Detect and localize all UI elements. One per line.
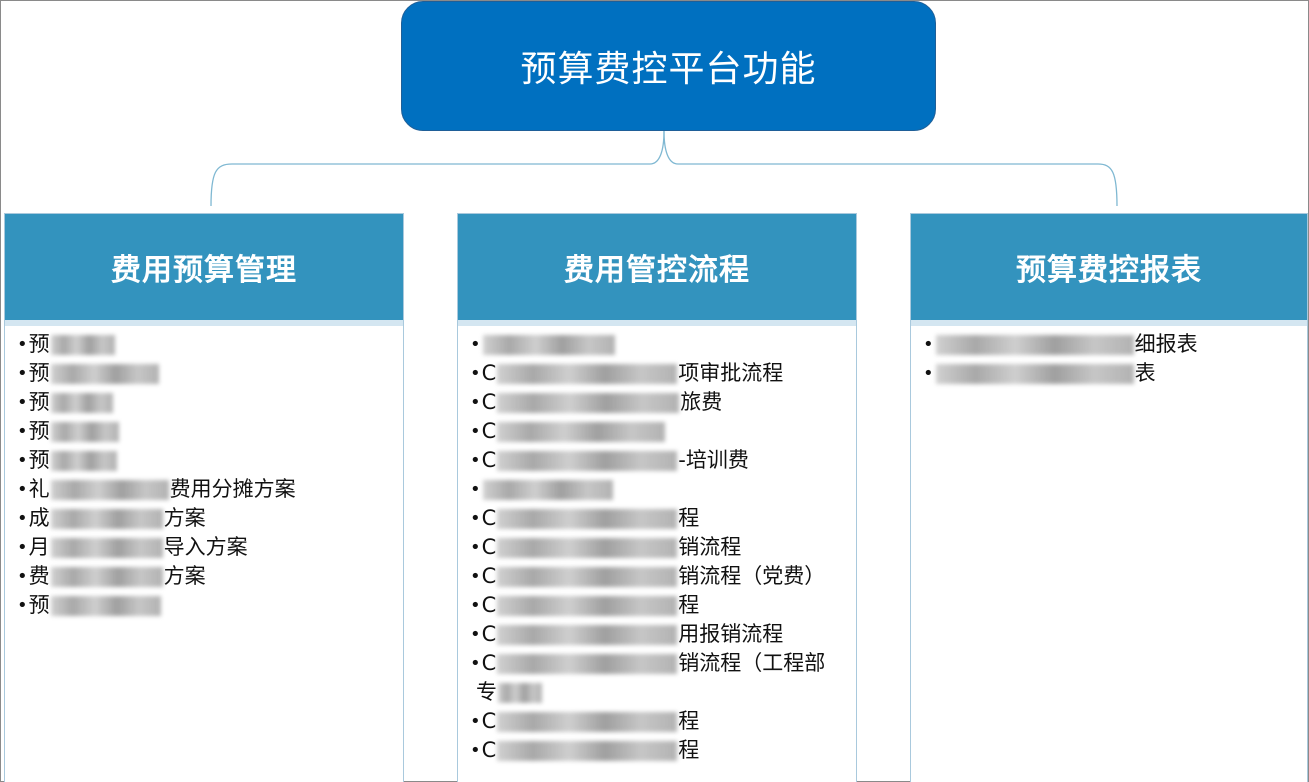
list-item: • (470, 475, 842, 504)
list-item: • (470, 330, 842, 359)
list-item: • C 旅费 (470, 390, 723, 414)
column-budget-reports: 预算费控报表 • 细报表 • 表 (910, 213, 1308, 782)
list-item: • C 程 (470, 738, 700, 762)
column-expense-control-process: 费用管控流程 • • C 项审批流程 • C 旅费 • C • C -培训费 • • C 程 • C… (457, 213, 857, 782)
list-item: • 预 (17, 417, 389, 446)
column-title: 预算费控报表 (1016, 253, 1202, 288)
list-item: • 成方案 (17, 506, 206, 530)
list-item: • C 程 (470, 709, 700, 733)
list-item: • C 项审批流程 (470, 361, 784, 385)
list-item: • 预 (17, 359, 389, 388)
column-budget-management: 费用预算管理 • 预 • 预 • 预 • 预 • 预 • 礼费用分摊方案 • 成方案 • 月导入… (4, 213, 404, 782)
list-item: • 月导入方案 (17, 535, 248, 559)
root-node: 预算费控平台功能 (401, 1, 936, 131)
column-header: 费用预算管理 (5, 214, 403, 326)
column-title: 费用预算管理 (111, 253, 297, 288)
column-list: • 预 • 预 • 预 • 预 • 预 • 礼费用分摊方案 • 成方案 • 月导入方案 • 费方案… (5, 326, 403, 620)
list-item: • 费方案 (17, 564, 206, 588)
list-item: • C 用报销流程 (470, 622, 784, 646)
list-item: • C (470, 417, 842, 446)
column-title: 费用管控流程 (564, 253, 750, 288)
column-list: • 细报表 • 表 (911, 326, 1307, 388)
root-title: 预算费控平台功能 (520, 49, 817, 90)
list-item: • 表 (923, 361, 1156, 385)
list-item: • 预 (17, 591, 389, 620)
list-item-continuation: 专 (470, 678, 842, 707)
list-item: • 预 (17, 446, 389, 475)
list-item: • 预 (17, 330, 389, 359)
list-item: • C 程 (470, 593, 700, 617)
list-item: • 预 (17, 388, 389, 417)
list-item: • C 程 (470, 506, 700, 530)
column-list: • • C 项审批流程 • C 旅费 • C • C -培训费 • • C 程 • C 销流程 • C 销… (458, 326, 856, 765)
list-item: • 细报表 (923, 332, 1198, 356)
list-item: • C 销流程（党费） (470, 564, 826, 588)
list-item: • C 销流程（工程部 (470, 651, 826, 675)
column-header: 费用管控流程 (458, 214, 856, 326)
list-item: • C -培训费 (470, 448, 749, 472)
column-header: 预算费控报表 (911, 214, 1307, 326)
list-item: • 礼费用分摊方案 (17, 477, 296, 501)
list-item: • C 销流程 (470, 535, 742, 559)
